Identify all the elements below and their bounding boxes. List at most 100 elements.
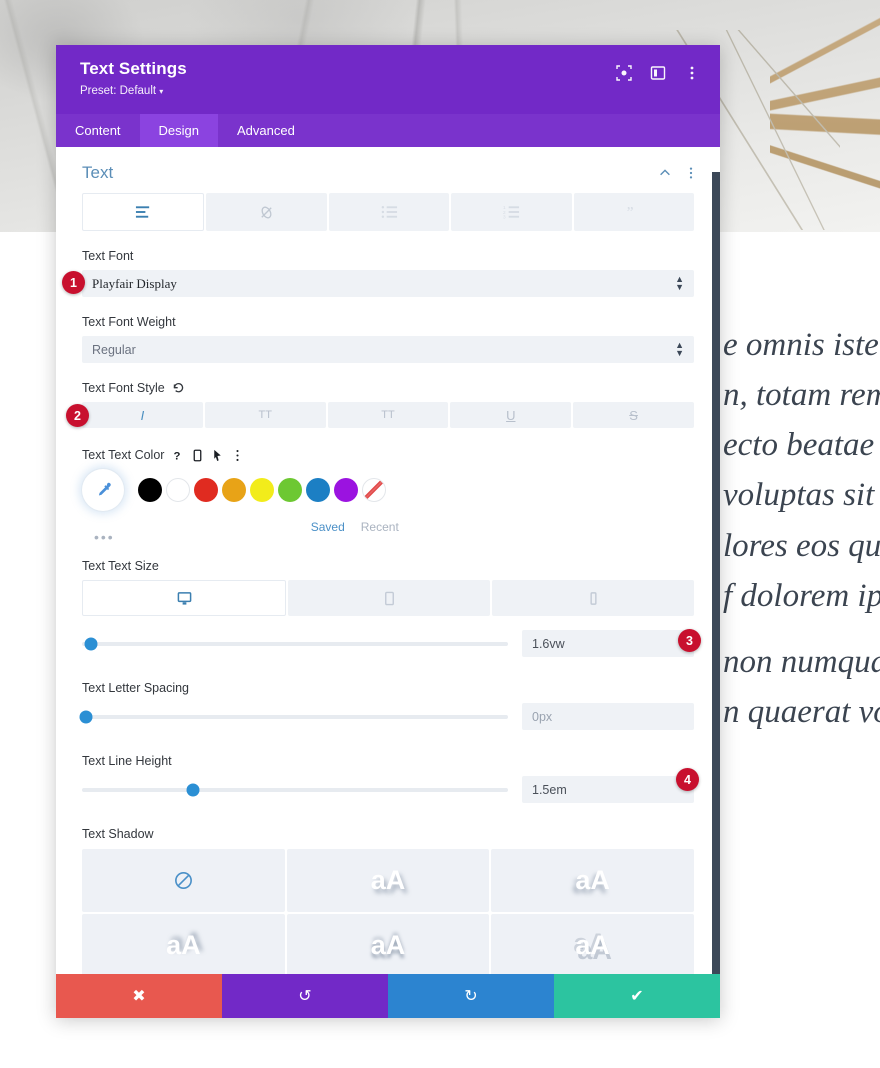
- shadow-none[interactable]: [82, 849, 285, 912]
- shadow-sample-text: aA: [575, 930, 610, 960]
- uppercase-button[interactable]: TT: [204, 402, 326, 428]
- text-font-weight-value: Regular: [92, 342, 136, 357]
- more-colors-button[interactable]: •••: [94, 529, 115, 545]
- phone-icon[interactable]: [492, 580, 694, 616]
- shadow-style-1[interactable]: aA: [286, 849, 490, 912]
- text-text-size-value[interactable]: 1.6vw: [522, 630, 694, 657]
- text-text-size-label: Text Text Size: [82, 559, 159, 573]
- shadow-sample-text: aA: [370, 930, 406, 960]
- link-icon[interactable]: [206, 193, 327, 231]
- text-line-height-value[interactable]: 1.5em: [522, 776, 694, 803]
- text-settings-modal: Text Settings Preset: Default ▾ Content …: [56, 45, 720, 1018]
- shadow-style-4[interactable]: aA: [286, 914, 490, 974]
- mobile-icon[interactable]: [191, 449, 204, 462]
- italic-glyph: I: [140, 407, 145, 423]
- text-font-style-options: I TT TT U S: [82, 402, 694, 428]
- undo-button[interactable]: ↺: [222, 974, 388, 1018]
- cursor-icon[interactable]: [211, 449, 224, 462]
- lorem-text-block: e omnis iste n, totam rem ecto beatae volup…: [700, 320, 880, 738]
- slider-knob[interactable]: [79, 710, 93, 723]
- field-text-shadow: Text Shadow: [56, 827, 720, 841]
- swatch-green[interactable]: [278, 478, 302, 502]
- italic-button[interactable]: I: [82, 402, 203, 428]
- field-text-text-size: Text Text Size: [56, 559, 720, 616]
- text-text-color-label: Text Text Color ?: [82, 448, 694, 462]
- underline-glyph: U: [506, 407, 516, 423]
- shadow-sample-text: aA: [370, 865, 406, 895]
- text-font-label: Text Font: [82, 249, 134, 263]
- shadow-style-5[interactable]: aA: [491, 914, 694, 974]
- close-icon: ✖: [132, 988, 146, 1005]
- color-swatch-row: [82, 469, 694, 511]
- slider-knob[interactable]: [84, 637, 98, 650]
- eyedropper-icon[interactable]: [82, 469, 124, 511]
- preset-selector[interactable]: Preset: Default ▾: [80, 85, 187, 97]
- more-vertical-icon[interactable]: [684, 65, 700, 81]
- slider-knob[interactable]: [186, 783, 200, 796]
- text-text-size-slider[interactable]: [82, 637, 508, 650]
- help-icon[interactable]: ?: [171, 449, 184, 462]
- text-letter-spacing-value[interactable]: 0px: [522, 703, 694, 730]
- small-caps-button[interactable]: TT: [327, 402, 449, 428]
- text-letter-spacing-slider-row: 0px: [56, 703, 720, 730]
- field-text-letter-spacing: Text Letter Spacing: [56, 681, 720, 695]
- redo-button[interactable]: ↻: [388, 974, 554, 1018]
- field-text-font: Text Font Playfair Display ▲ ▼: [56, 249, 720, 297]
- blockquote-icon[interactable]: ”: [573, 193, 695, 231]
- swatch-black[interactable]: [138, 478, 162, 502]
- underline-button[interactable]: U: [450, 402, 572, 428]
- undo-reset-icon[interactable]: [172, 382, 185, 395]
- text-letter-spacing-slider[interactable]: [79, 710, 508, 723]
- spinner-icon: ▲ ▼: [675, 274, 684, 292]
- saved-colors-tab[interactable]: Saved: [311, 520, 345, 534]
- tab-content[interactable]: Content: [56, 114, 140, 147]
- swatch-blue[interactable]: [306, 478, 330, 502]
- swatch-none[interactable]: [362, 478, 386, 502]
- text-text-size-slider-row: 1.6vw: [56, 630, 720, 657]
- shadow-style-2[interactable]: aA: [491, 849, 694, 912]
- annotation-badge-1: 1: [62, 271, 85, 294]
- tablet-icon[interactable]: [288, 580, 490, 616]
- numbered-list-icon[interactable]: 1 2 3: [451, 193, 572, 231]
- check-icon: ✔: [630, 988, 644, 1005]
- lorem-paragraph-2: non numqua n quaerat vo: [723, 643, 880, 731]
- swatch-purple[interactable]: [334, 478, 358, 502]
- preset-label: Preset: Default: [80, 85, 157, 97]
- modal-footer: ✖ ↺ ↻ ✔: [56, 974, 720, 1018]
- cancel-button[interactable]: ✖: [56, 974, 222, 1018]
- layout-panel-icon[interactable]: [650, 65, 666, 81]
- desktop-icon[interactable]: [82, 580, 286, 616]
- no-shadow-icon: [174, 872, 192, 889]
- tab-design[interactable]: Design: [139, 114, 219, 147]
- swatch-white[interactable]: [166, 478, 190, 502]
- text-line-height-label: Text Line Height: [82, 754, 172, 768]
- text-font-select[interactable]: Playfair Display ▲ ▼: [82, 270, 694, 297]
- modal-tabs: Content Design Advanced: [56, 114, 720, 147]
- shadow-style-3[interactable]: aA: [82, 914, 285, 974]
- recent-colors-tab[interactable]: Recent: [361, 520, 399, 534]
- text-line-height-slider[interactable]: [82, 783, 508, 796]
- bulleted-list-icon[interactable]: [328, 193, 450, 231]
- swatch-yellow[interactable]: [250, 478, 274, 502]
- settings-panel: Text 1 2 3 ” Text Font Playfair Display …: [56, 147, 720, 974]
- saved-recent-tabs: Saved Recent: [311, 520, 399, 534]
- annotation-badge-2: 2: [66, 404, 89, 427]
- svg-text:3: 3: [503, 215, 506, 219]
- text-align-icon[interactable]: [82, 193, 205, 231]
- text-shadow-label: Text Shadow: [82, 827, 154, 841]
- strikethrough-button[interactable]: S: [573, 402, 694, 428]
- tab-advanced[interactable]: Advanced: [218, 114, 314, 147]
- save-button[interactable]: ✔: [554, 974, 720, 1018]
- text-letter-spacing-label: Text Letter Spacing: [82, 681, 190, 695]
- swatch-orange[interactable]: [222, 478, 246, 502]
- more-vertical-icon[interactable]: [684, 166, 698, 180]
- text-font-weight-select[interactable]: Regular ▲ ▼: [82, 336, 694, 363]
- page-title: Text Settings: [80, 59, 187, 78]
- undo-icon: ↺: [298, 988, 312, 1005]
- chevron-up-icon[interactable]: [658, 166, 672, 180]
- focus-target-icon[interactable]: [616, 65, 632, 81]
- swatch-red[interactable]: [194, 478, 218, 502]
- svg-text:?: ?: [174, 450, 181, 461]
- more-vertical-icon[interactable]: [231, 449, 244, 462]
- field-text-font-style: Text Font Style I TT TT U S: [56, 381, 720, 428]
